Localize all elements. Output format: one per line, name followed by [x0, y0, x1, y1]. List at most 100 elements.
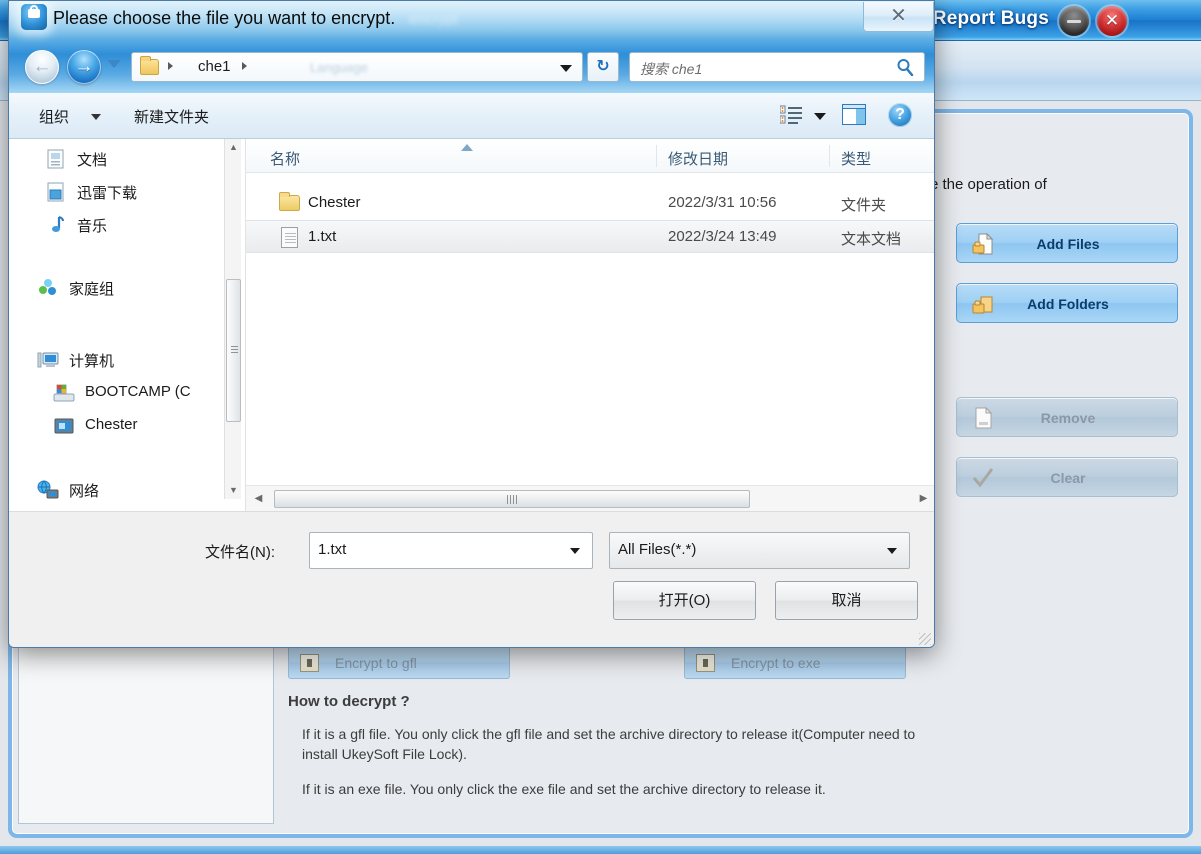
navigation-pane-scrollbar[interactable]: ▲ ▼ [224, 139, 241, 499]
column-header-name[interactable]: 名称 [270, 148, 300, 169]
filename-label: 文件名(N): [205, 544, 275, 561]
refresh-icon: ↻ [596, 58, 610, 75]
dialog-main-area: 文档 迅雷下载 音乐 家庭组 计算机 BOOTCAMP (C Chester 网… [9, 139, 934, 511]
nav-item-label: Chester [85, 416, 138, 433]
file-name: 1.txt [308, 228, 337, 245]
file-type-filter-value: All Files(*.*) [618, 541, 697, 558]
add-folders-button[interactable]: Add Folders [956, 283, 1178, 323]
scrollbar-thumb[interactable] [226, 279, 241, 422]
file-type: 文本文档 [841, 231, 902, 248]
add-folders-label: Add Folders [1027, 296, 1109, 312]
encrypt-to-exe-button[interactable]: Encrypt to exe [684, 645, 906, 679]
file-date: 2022/3/24 13:49 [668, 228, 777, 245]
resize-grip[interactable] [919, 633, 931, 645]
homegroup-icon [37, 278, 59, 298]
app-footer-strip [0, 846, 1201, 854]
scroll-up-icon[interactable]: ▲ [225, 139, 242, 156]
encrypt-button-row: Encrypt to gfl Encrypt to exe [288, 645, 936, 685]
file-list-horizontal-scrollbar[interactable]: ◀ ▶ [246, 485, 934, 511]
table-row[interactable]: 1.txt 2022/3/24 13:49 文本文档 [246, 220, 934, 253]
filename-input[interactable]: 1.txt [309, 532, 593, 569]
nav-item-label: 迅雷下载 [77, 185, 138, 202]
cancel-button[interactable]: 取消 [775, 581, 918, 620]
encrypt-to-gfl-button[interactable]: Encrypt to gfl [288, 645, 510, 679]
how-to-decrypt-section: How to decrypt ? If it is a gfl file. Yo… [288, 693, 936, 815]
add-files-label: Add Files [1036, 236, 1100, 252]
folder-icon [140, 56, 159, 75]
recent-pages-dropdown-icon[interactable] [107, 60, 121, 68]
chevron-down-icon[interactable] [570, 548, 580, 554]
how-to-decrypt-title: How to decrypt ? [288, 693, 410, 710]
dialog-close-button[interactable]: ✕ [863, 2, 934, 32]
lock-box-icon [696, 654, 715, 672]
scroll-left-icon[interactable]: ◀ [250, 490, 267, 507]
organize-menu[interactable]: 组织 [39, 106, 69, 127]
file-name: Chester [308, 194, 361, 211]
add-files-button[interactable]: Add Files [956, 223, 1178, 263]
forward-arrow-icon: → [74, 56, 94, 77]
refresh-button[interactable]: ↻ [587, 52, 619, 82]
dialog-footer: 文件名(N): 1.txt All Files(*.*) 打开(O) 取消 [9, 511, 934, 647]
forward-button[interactable]: → [67, 50, 101, 84]
file-date: 2022/3/31 10:56 [668, 194, 777, 211]
documents-icon [45, 149, 67, 169]
drive-net-icon [53, 416, 75, 436]
back-arrow-icon: ← [32, 56, 52, 77]
close-button[interactable]: ✕ [1097, 6, 1127, 36]
network-icon [37, 480, 59, 500]
nav-item-label: 网络 [69, 483, 100, 500]
file-list-pane: 名称 修改日期 类型 Chester 2022/3/31 10:56 文件夹 1… [246, 139, 934, 511]
minimize-button[interactable] [1059, 6, 1089, 36]
help-icon[interactable]: ? [888, 103, 912, 127]
file-list-header: 名称 修改日期 类型 [246, 139, 934, 173]
column-header-type[interactable]: 类型 [841, 148, 871, 169]
dialog-ghost-title: encrypt [409, 11, 459, 28]
open-button[interactable]: 打开(O) [613, 581, 756, 620]
nav-item-label: 文档 [77, 152, 108, 169]
nav-item-label: 计算机 [69, 353, 115, 370]
dialog-navigation-bar: ← → che1 Language ↻ 搜索 che1 [9, 45, 934, 93]
breadcrumb-separator-icon [242, 62, 247, 70]
table-row[interactable]: Chester 2022/3/31 10:56 文件夹 [246, 187, 934, 220]
search-input[interactable]: 搜索 che1 [629, 52, 925, 82]
breadcrumb-current[interactable]: che1 [198, 58, 231, 75]
filename-value: 1.txt [318, 541, 347, 558]
new-folder-button[interactable]: 新建文件夹 [134, 106, 209, 127]
encrypt-to-gfl-label: Encrypt to gfl [335, 655, 417, 671]
search-icon [896, 58, 914, 77]
clear-button[interactable]: Clear [956, 457, 1178, 497]
close-icon: ✕ [890, 5, 907, 27]
remove-button[interactable]: Remove [956, 397, 1178, 437]
file-type: 文件夹 [841, 197, 887, 214]
search-placeholder: 搜索 che1 [640, 61, 703, 77]
lock-box-icon [300, 654, 319, 672]
file-open-dialog: Please choose the file you want to encry… [8, 0, 935, 648]
chevron-down-icon[interactable] [814, 113, 826, 120]
chevron-down-icon[interactable] [560, 65, 572, 72]
navigation-pane: 文档 迅雷下载 音乐 家庭组 计算机 BOOTCAMP (C Chester 网… [9, 139, 245, 511]
view-list-icon[interactable] [779, 105, 802, 125]
chevron-down-icon[interactable] [91, 114, 101, 120]
nav-item-label: 音乐 [77, 218, 108, 235]
file-type-filter-select[interactable]: All Files(*.*) [609, 532, 910, 569]
open-button-label: 打开(O) [658, 592, 711, 609]
back-button[interactable]: ← [25, 50, 59, 84]
remove-label: Remove [1040, 410, 1096, 426]
scrollbar-thumb[interactable] [274, 490, 750, 508]
nav-item-label: 家庭组 [69, 281, 115, 298]
preview-pane-icon[interactable] [842, 104, 866, 125]
column-header-date[interactable]: 修改日期 [668, 148, 728, 169]
how-to-decrypt-paragraph-1: If it is a gfl file. You only click the … [302, 726, 916, 763]
chevron-down-icon[interactable] [887, 548, 897, 554]
dialog-command-bar: 组织 新建文件夹 ? [9, 93, 934, 139]
scroll-right-icon[interactable]: ▶ [915, 490, 932, 507]
scroll-down-icon[interactable]: ▼ [225, 482, 242, 499]
address-ghost-text: Language [310, 60, 368, 75]
actions-panel: e the operation of Add Files Add Folders… [930, 119, 1185, 824]
drive-icon [53, 383, 75, 403]
sort-ascending-icon [461, 144, 473, 151]
address-bar[interactable]: che1 Language [131, 52, 583, 82]
operation-hint-text: e the operation of [930, 176, 1047, 193]
text-file-icon [279, 226, 301, 248]
breadcrumb-separator-icon [168, 62, 173, 70]
